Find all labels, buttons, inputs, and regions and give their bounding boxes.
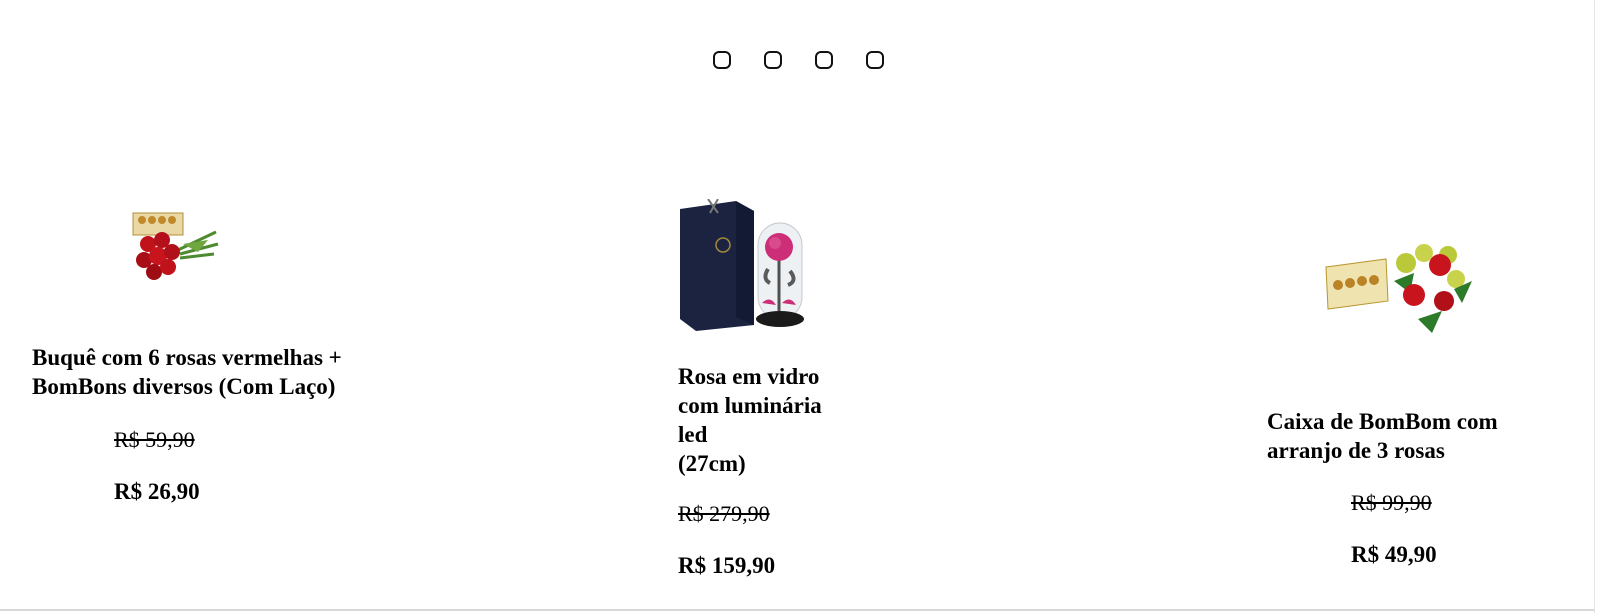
product-old-price: R$ 279,90 (678, 501, 770, 526)
carousel-dots (713, 51, 884, 69)
page-edge (1594, 0, 1595, 613)
product-title-line[interactable]: arranjo de 3 rosas (1267, 436, 1498, 465)
carousel-dot-4[interactable] (866, 51, 884, 69)
carousel-dot-1[interactable] (713, 51, 731, 69)
carousel-dot-3[interactable] (815, 51, 833, 69)
product-title-line[interactable]: com luminária (678, 391, 822, 420)
product-price: R$ 49,90 (1351, 542, 1437, 567)
product-price: R$ 159,90 (678, 553, 776, 578)
product-title-line[interactable]: Rosa em vidro (678, 362, 822, 391)
product-image-glass-dome-rose[interactable] (678, 199, 808, 333)
product-old-price: R$ 99,90 (1351, 490, 1432, 515)
product-title-line[interactable]: BomBons diversos (Com Laço) (32, 372, 342, 401)
product-title-line[interactable]: Buquê com 6 rosas vermelhas + (32, 343, 342, 372)
product-title-line[interactable]: Caixa de BomBom com (1267, 407, 1498, 436)
section-divider (0, 609, 1594, 611)
product-old-price: R$ 59,90 (114, 427, 195, 452)
product-title-line[interactable]: led (678, 420, 822, 449)
product-price: R$ 26,90 (114, 479, 200, 504)
product-image-chocolate-box-with-roses[interactable] (1324, 233, 1474, 337)
product-title-line[interactable]: (27cm) (678, 449, 822, 478)
product-image-bouquet-with-chocolates[interactable] (128, 210, 220, 282)
carousel-dot-2[interactable] (764, 51, 782, 69)
